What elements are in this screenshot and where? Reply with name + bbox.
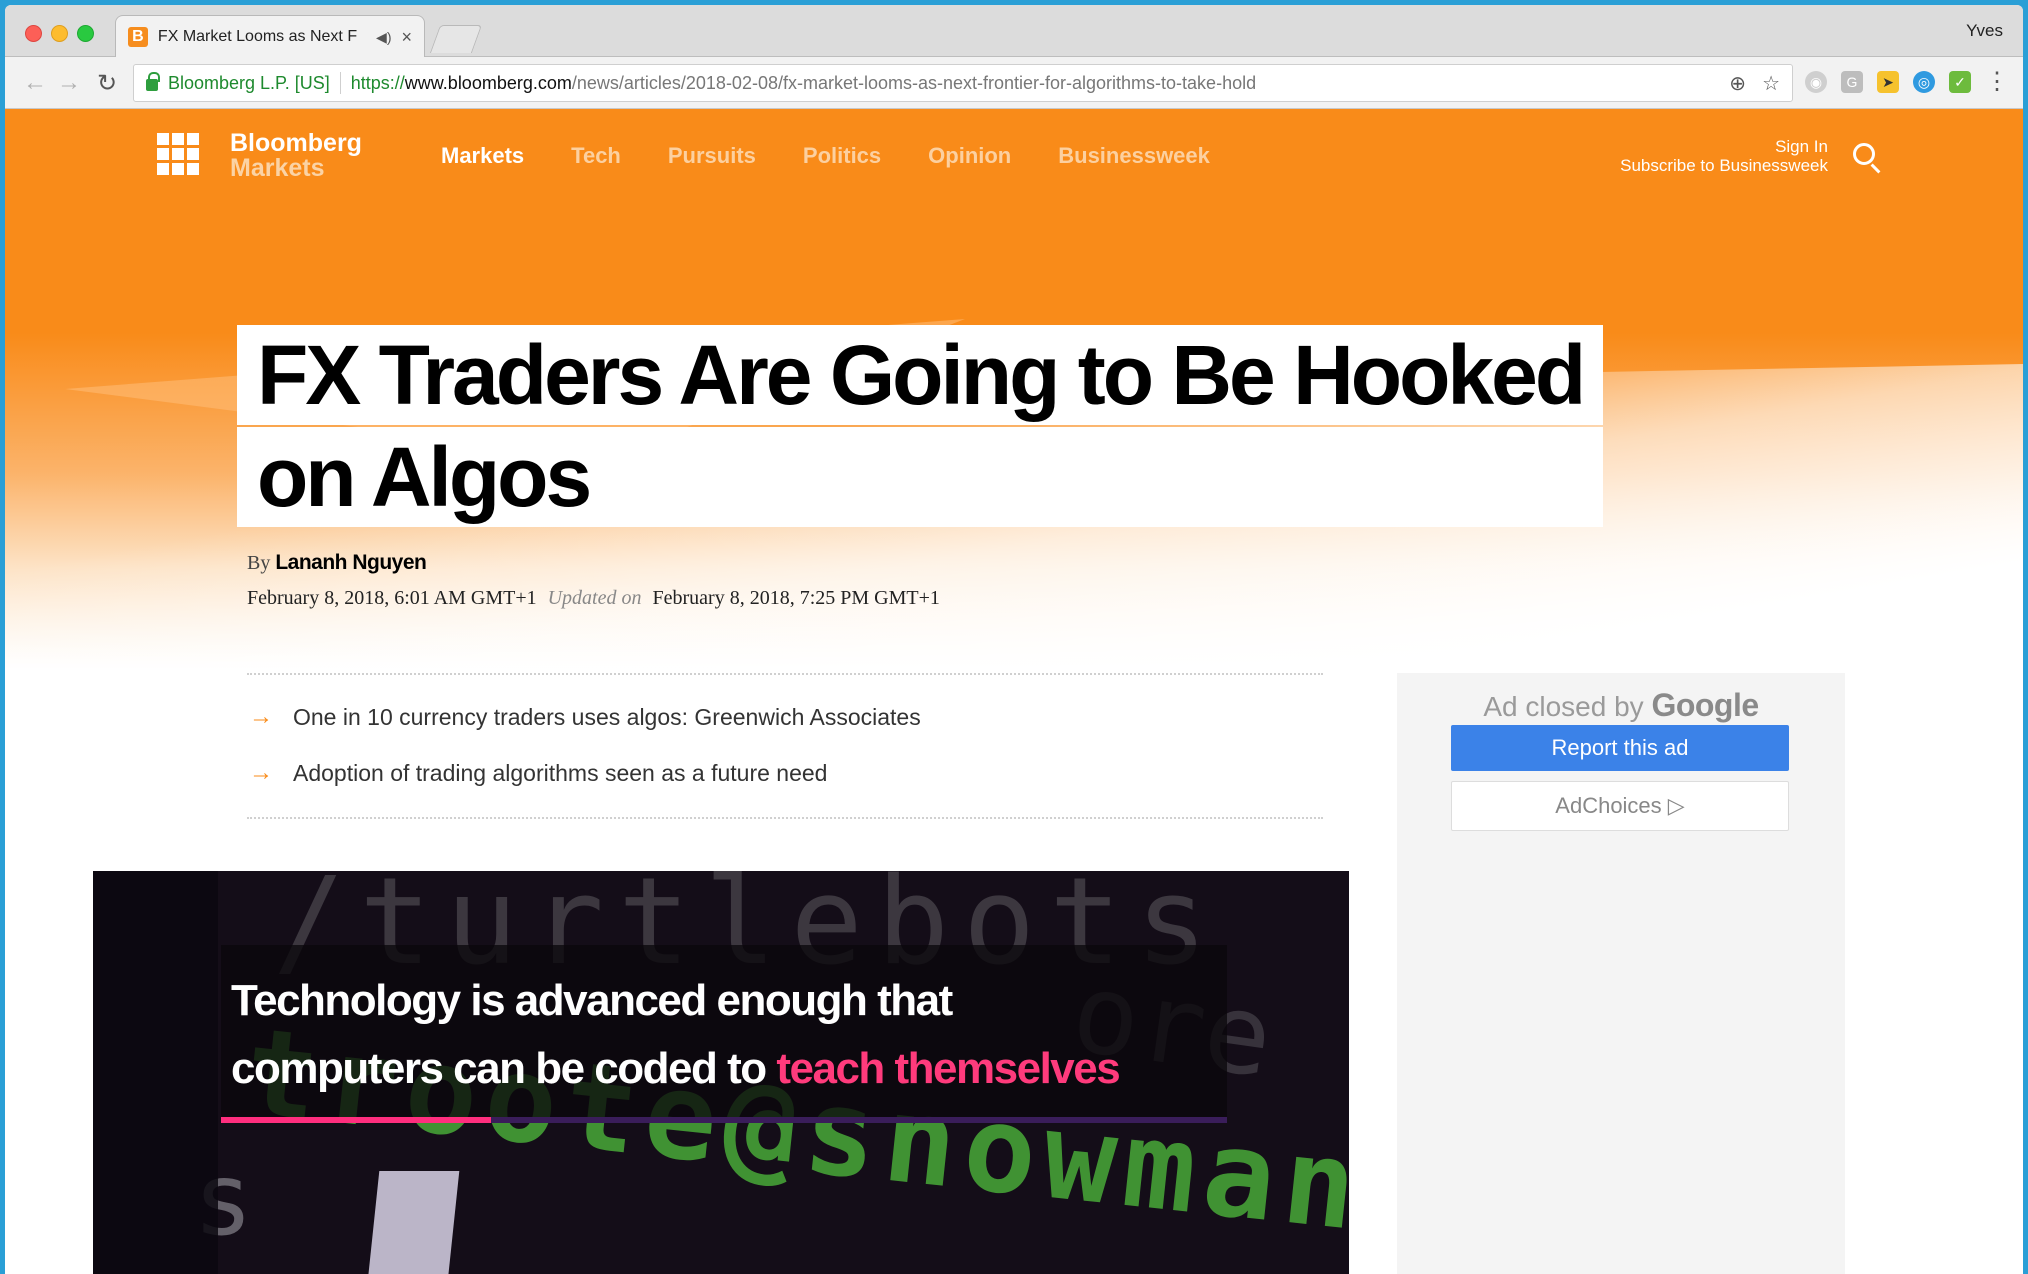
caption-line2-plain: computers can be coded to	[231, 1044, 777, 1093]
nav-opinion[interactable]: Opinion	[928, 143, 1011, 169]
caption-highlight: teach themselves	[776, 1044, 1120, 1093]
adchoices-button[interactable]: AdChoices ▷	[1451, 781, 1789, 831]
browser-menu-icon[interactable]: ⋮	[1985, 67, 2009, 96]
ad-closed-text: Ad closed by	[1483, 691, 1644, 722]
extension-g-icon[interactable]: G	[1841, 71, 1863, 93]
brand-line2: Markets	[230, 154, 325, 182]
url-path: /news/articles/2018-02-08/fx-market-loom…	[571, 72, 1257, 93]
browser-toolbar: ← → ↻ Bloomberg L.P. [US] https:// www.b…	[5, 57, 2023, 109]
headline-line2: on Algos	[247, 430, 600, 524]
nav-businessweek[interactable]: Businessweek	[1058, 143, 1210, 169]
close-window-button[interactable]	[25, 25, 42, 42]
nav-politics[interactable]: Politics	[803, 143, 881, 169]
bloomberg-markets-logo[interactable]: Bloomberg Markets	[230, 131, 362, 181]
summary-item: → One in 10 currency traders uses algos:…	[247, 689, 1323, 745]
bloomberg-favicon-icon: B	[128, 27, 148, 47]
extension-shield-icon[interactable]: ◉	[1805, 71, 1827, 93]
ad-closed-label: Ad closed by Google	[1397, 687, 1845, 724]
reload-icon[interactable]: ↻	[97, 69, 117, 98]
dateline: February 8, 2018, 6:01 AM GMT+1 Updated …	[247, 587, 940, 610]
extension-arrow-icon[interactable]: ➤	[1877, 71, 1899, 93]
account-links: Sign In Subscribe to Businessweek	[1620, 137, 1828, 175]
site-nav: Markets Tech Pursuits Politics Opinion B…	[441, 143, 1210, 169]
url-host: www.bloomberg.com	[404, 72, 572, 93]
extension-check-icon[interactable]: ✓	[1949, 71, 1971, 93]
caption-line2: computers can be coded to teach themselv…	[231, 1035, 1121, 1103]
summary-text: Adoption of trading algorithms seen as a…	[293, 760, 828, 786]
bookmark-star-icon[interactable]: ☆	[1762, 71, 1780, 96]
url-scheme: https://	[350, 72, 405, 93]
video-progress-bar[interactable]	[221, 1117, 1227, 1123]
byline: By Lananh Nguyen	[247, 551, 427, 575]
site-identity[interactable]: Bloomberg L.P. [US]	[168, 73, 330, 94]
caption-line1: Technology is advanced enough that	[231, 976, 953, 1025]
extension-chrome-icon[interactable]: ◎	[1913, 71, 1935, 93]
summary-text: One in 10 currency traders uses algos: G…	[293, 704, 921, 730]
video-caption: Technology is advanced enough that compu…	[231, 967, 1121, 1103]
tab-title: FX Market Looms as Next F	[157, 28, 358, 45]
zoom-window-button[interactable]	[77, 25, 94, 42]
page-content: Bloomberg Markets Markets Tech Pursuits …	[5, 109, 2023, 1274]
updated-label: Updated on	[547, 587, 642, 609]
published-date: February 8, 2018, 6:01 AM GMT+1	[247, 587, 537, 609]
search-icon[interactable]	[1853, 143, 1875, 165]
report-ad-button[interactable]: Report this ad	[1451, 725, 1789, 771]
address-bar[interactable]: Bloomberg L.P. [US] https:// www.bloombe…	[133, 64, 1793, 102]
forward-arrow-icon[interactable]: →	[57, 69, 81, 97]
apps-grid-icon[interactable]	[157, 133, 199, 175]
close-icon[interactable]: ×	[401, 27, 412, 48]
article-video[interactable]: /turtlebots ore troote@snowman s Technol…	[93, 871, 1349, 1274]
speaker-icon[interactable]: ◀)	[376, 29, 391, 46]
by-label: By	[247, 552, 271, 574]
new-tab-button[interactable]	[429, 25, 483, 53]
ad-slot: Ad closed by Google Report this ad AdCho…	[1397, 673, 1845, 1274]
summary-item: → Adoption of trading algorithms seen as…	[247, 745, 1323, 801]
back-arrow-icon[interactable]: ←	[23, 69, 47, 97]
article-summary: → One in 10 currency traders uses algos:…	[247, 673, 1323, 819]
browser-tab-active[interactable]: B FX Market Looms as Next F ◀) ×	[115, 15, 425, 58]
google-logo: Google	[1651, 687, 1759, 723]
browser-window: B FX Market Looms as Next F ◀) × Yves ← …	[5, 5, 2023, 1274]
nav-pursuits[interactable]: Pursuits	[668, 143, 756, 169]
arrow-right-icon: →	[249, 759, 273, 786]
updated-date: February 8, 2018, 7:25 PM GMT+1	[652, 587, 940, 609]
arrow-right-icon: →	[249, 703, 273, 730]
nav-tech[interactable]: Tech	[571, 143, 621, 169]
minimize-window-button[interactable]	[51, 25, 68, 42]
author-link[interactable]: Lananh Nguyen	[275, 551, 427, 574]
nav-markets[interactable]: Markets	[441, 143, 524, 169]
lock-icon	[146, 72, 160, 91]
brand-line1: Bloomberg	[230, 129, 362, 157]
zoom-icon[interactable]: ⊕	[1729, 71, 1746, 96]
headline-line1: FX Traders Are Going to Be Hooked	[247, 328, 1594, 422]
address-separator	[339, 72, 341, 94]
sign-in-link[interactable]: Sign In	[1620, 137, 1828, 156]
profile-name[interactable]: Yves	[1966, 21, 2003, 41]
subscribe-link[interactable]: Subscribe to Businessweek	[1620, 156, 1828, 175]
tab-strip: B FX Market Looms as Next F ◀) × Yves	[5, 5, 2023, 58]
article-headline: FX Traders Are Going to Be Hooked on Alg…	[237, 325, 1604, 529]
